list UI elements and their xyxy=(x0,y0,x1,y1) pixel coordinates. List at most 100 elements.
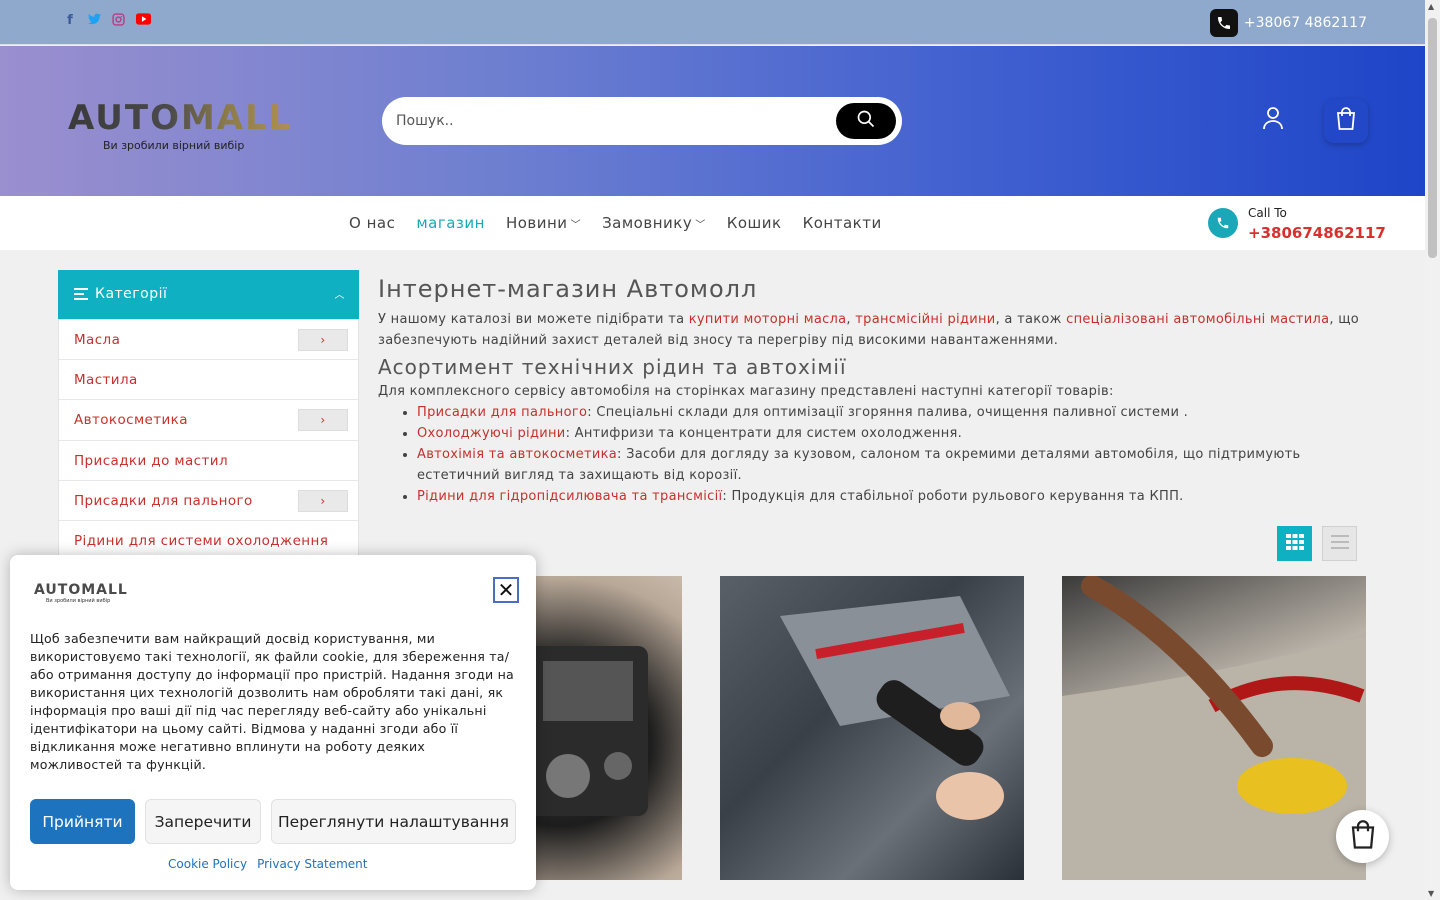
shopping-bag-icon xyxy=(1349,819,1377,854)
chevron-right-icon[interactable]: › xyxy=(298,409,348,432)
nav-label: Замовнику xyxy=(602,214,693,232)
category-bullet-list: Присадки для пального: Спеціальні склади… xyxy=(378,402,1368,507)
search-input[interactable] xyxy=(396,109,826,133)
list-view-button[interactable] xyxy=(1322,526,1357,561)
privacy-statement-link[interactable]: Privacy Statement xyxy=(257,857,367,871)
link-transmission-fluids[interactable]: трансмісійні рідини xyxy=(855,312,995,327)
top-bar: f +38067 4862117 xyxy=(0,0,1425,45)
nav-item-news[interactable]: Новини ﹀ xyxy=(506,214,581,232)
intro-paragraph: У нашому каталозі ви можете підібрати та… xyxy=(378,309,1368,351)
category-label: Масла xyxy=(74,332,121,348)
list-item-link[interactable]: Присадки для пального xyxy=(417,405,587,420)
chevron-down-icon: ﹀ xyxy=(570,220,582,231)
menu-icon xyxy=(74,288,88,303)
user-account-icon[interactable] xyxy=(1262,106,1284,130)
category-label: Присадки для пального xyxy=(74,492,253,509)
list-icon xyxy=(1330,534,1349,553)
category-item[interactable]: Присадки для пального › xyxy=(59,481,358,521)
product-image-car-cosmetics[interactable] xyxy=(1062,576,1366,880)
site-logo[interactable]: AUTOMALL Ви зробили вірний вибір xyxy=(68,101,292,152)
product-image-greases[interactable] xyxy=(720,576,1024,880)
list-item-link[interactable]: Автохімія та автокосметика xyxy=(417,447,617,462)
accept-button[interactable]: Прийняти xyxy=(30,799,135,844)
youtube-icon[interactable] xyxy=(136,13,151,29)
grid-view-button[interactable] xyxy=(1277,526,1312,561)
call-to-label: Call To xyxy=(1248,206,1287,220)
cookie-policy-link[interactable]: Cookie Policy xyxy=(168,857,247,871)
logo-brand: AUTOMALL xyxy=(68,98,293,138)
cookie-text: Щоб забезпечити вам найкращий досвід кор… xyxy=(30,631,514,772)
shopping-bag-icon xyxy=(1335,107,1357,135)
category-label: Мастила xyxy=(74,372,138,389)
nav-label: О нас xyxy=(349,214,396,232)
section-lead: Для комплексного сервісу автомобіля на с… xyxy=(378,384,1114,399)
main-nav: О нас магазин Новини ﹀ Замовнику ﹀ Кошик К… xyxy=(0,196,1425,250)
category-item[interactable]: Присадки до мастил xyxy=(59,441,358,481)
list-item-text: : Продукція для стабільної роботи рульов… xyxy=(722,489,1184,504)
close-icon[interactable]: ✕ xyxy=(493,577,519,603)
list-item-link[interactable]: Охолоджуючі рідини xyxy=(417,426,566,441)
nav-item-contacts[interactable]: Контакти xyxy=(803,214,882,232)
intro-text: , а також xyxy=(995,312,1067,327)
page-title: Інтернет-магазин Автомолл xyxy=(378,275,758,303)
chevron-down-icon: ﹀ xyxy=(695,220,706,231)
chevron-right-icon[interactable]: › xyxy=(298,329,348,351)
twitter-icon[interactable] xyxy=(88,13,101,29)
grid-icon xyxy=(1285,533,1304,554)
main-content: Інтернет-магазин Автомолл У нашому катал… xyxy=(378,275,1368,507)
nav-label: магазин xyxy=(416,214,485,232)
categories-header[interactable]: Категорії ︿ xyxy=(58,270,359,319)
categories-title: Категорії xyxy=(95,286,168,302)
cookie-logo-brand: AUTOMALL xyxy=(34,582,128,598)
scroll-up-icon[interactable]: ▲ xyxy=(1428,2,1434,11)
deny-button[interactable]: Заперечити xyxy=(145,799,261,844)
logo-tagline: Ви зробили вірний вибір xyxy=(103,139,245,152)
list-item: Охолоджуючі рідини: Антифризи та концент… xyxy=(417,423,1368,444)
chevron-up-icon: ︿ xyxy=(334,290,345,301)
scrollbar-thumb[interactable] xyxy=(1428,18,1437,258)
list-item-link[interactable]: Рідини для гідропідсилювача та трансмісі… xyxy=(417,489,722,504)
call-to-number[interactable]: +380674862117 xyxy=(1248,224,1386,242)
top-phone[interactable]: +38067 4862117 xyxy=(1209,9,1367,37)
cookie-logo: AUTOMALL Ви зробили вірний вибір xyxy=(34,582,128,604)
phone-icon xyxy=(1209,9,1238,37)
list-item: Рідини для гідропідсилювача та трансмісі… xyxy=(417,486,1368,507)
nav-item-cart[interactable]: Кошик xyxy=(727,214,782,232)
nav-item-shop[interactable]: магазин xyxy=(416,214,485,232)
intro-text: , xyxy=(846,312,856,327)
nav-label: Контакти xyxy=(802,214,882,232)
intro-text: У нашому каталозі ви можете підібрати та xyxy=(378,312,689,327)
link-special-greases[interactable]: спеціалізовані автомобільні мастила xyxy=(1066,312,1329,327)
facebook-icon[interactable]: f xyxy=(64,13,76,29)
page-scrollbar[interactable]: ▲ ▼ xyxy=(1425,0,1440,900)
search-icon xyxy=(856,109,876,133)
top-phone-number: +38067 4862117 xyxy=(1243,15,1367,31)
instagram-icon[interactable] xyxy=(112,13,125,29)
category-item[interactable]: Мастила xyxy=(59,360,358,401)
list-item: Автохімія та автокосметика: Засоби для д… xyxy=(417,444,1368,486)
cookie-consent-dialog: AUTOMALL Ви зробили вірний вибір ✕ Щоб з… xyxy=(10,555,536,890)
category-label: Рідини для системи охолодження xyxy=(74,532,329,549)
nav-item-customer[interactable]: Замовнику ﹀ xyxy=(602,214,706,232)
site-header: AUTOMALL Ви зробили вірний вибір xyxy=(0,46,1425,196)
category-item[interactable]: Масла › xyxy=(59,320,358,361)
cookie-logo-tagline: Ви зробили вірний вибір xyxy=(46,598,111,604)
link-motor-oils[interactable]: купити моторні масла xyxy=(689,312,847,327)
header-cart-button[interactable] xyxy=(1324,99,1368,143)
list-item: Присадки для пального: Спеціальні склади… xyxy=(417,402,1368,423)
search-bar xyxy=(382,97,902,145)
scroll-down-icon[interactable]: ▼ xyxy=(1428,889,1434,898)
nav-label: Кошик xyxy=(726,214,782,232)
chevron-right-icon[interactable]: › xyxy=(298,489,348,512)
cookie-links: Cookie Policy Privacy Statement xyxy=(168,857,367,871)
view-preferences-button[interactable]: Переглянути налаштування xyxy=(271,799,516,844)
social-links: f xyxy=(64,13,151,29)
nav-item-about[interactable]: О нас xyxy=(349,214,395,232)
search-button[interactable] xyxy=(836,103,896,139)
list-item-text: : Спеціальні склади для оптимізації згор… xyxy=(587,405,1189,420)
category-item[interactable]: Автокосметика › xyxy=(59,400,358,441)
section-heading: Асортимент технічних рідин та автохімії xyxy=(378,355,847,379)
nav-menu: О нас магазин Новини ﹀ Замовнику ﹀ Кошик К… xyxy=(349,214,882,232)
category-label: Автокосметика xyxy=(74,412,188,429)
floating-cart-button[interactable] xyxy=(1336,810,1389,863)
